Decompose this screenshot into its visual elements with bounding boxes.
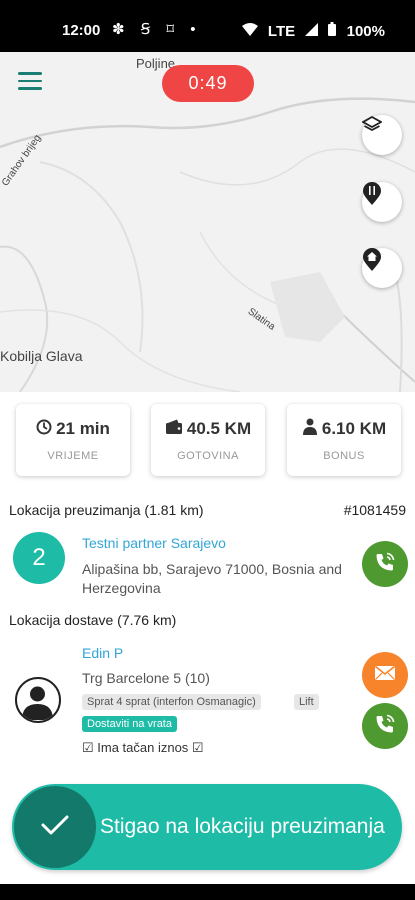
layers-button[interactable] — [362, 115, 402, 155]
map-view[interactable]: Poljine Grahov brijeg Slatina Kobilja Gl… — [0, 52, 415, 392]
person-icon — [22, 686, 53, 720]
pickup-address: Alipašina bb, Sarajevo 71000, Bosnia and… — [82, 560, 357, 598]
avatar — [15, 677, 61, 723]
status-bar: 12:00 ✽ Ꞩ ⌑ • LTE 100% — [0, 0, 415, 52]
phone-icon — [374, 713, 396, 740]
wallet-icon — [165, 419, 183, 440]
status-indicators: LTE 100% — [236, 22, 385, 40]
delivery-header: Lokacija dostave (7.76 km) — [9, 612, 406, 628]
signal-icon — [301, 23, 322, 40]
battery-percent: 100% — [346, 23, 385, 40]
stat-label-cash: GOTOVINA — [177, 450, 239, 462]
stat-card-cash: 40.5 KM GOTOVINA — [151, 404, 265, 476]
status-time: 12:00 — [62, 22, 101, 39]
menu-bar — [18, 87, 42, 90]
pickup-partner-name[interactable]: Testni partner Sarajevo — [82, 535, 226, 551]
delivery-heading: Lokacija dostave (7.76 km) — [9, 612, 177, 628]
delivery-tag-floor: Sprat 4 sprat (interfon Osmanagic) — [82, 694, 261, 710]
pickup-header: Lokacija preuzimanja (1.81 km) #1081459 — [9, 502, 406, 518]
menu-bar — [18, 79, 42, 82]
delivery-tag-door: Dostaviti na vrata — [82, 716, 177, 732]
order-details-panel: 21 min VRIJEME 40.5 KM GOTOVINA 6.10 KM … — [0, 392, 415, 884]
stat-label-bonus: BONUS — [323, 450, 365, 462]
delivery-call-button[interactable] — [362, 703, 408, 749]
arrived-swipe-label: Stigao na lokaciju preuzimanja — [100, 815, 385, 838]
stat-value-time: 21 min — [56, 419, 110, 438]
stat-card-time: 21 min VRIJEME — [16, 404, 130, 476]
delivery-marker-button[interactable] — [362, 248, 402, 288]
pickup-call-button[interactable] — [362, 541, 408, 587]
wifi-icon — [241, 23, 262, 40]
stat-card-bonus: 6.10 KM BONUS — [287, 404, 401, 476]
menu-button[interactable] — [18, 72, 42, 92]
map-place-kobilja-glava: Kobilja Glava — [0, 348, 83, 364]
delivery-address: Trg Barcelone 5 (10) — [82, 670, 210, 686]
notification-icons: ✽ Ꞩ ⌑ • — [112, 21, 202, 38]
stat-value-bonus: 6.10 KM — [321, 419, 387, 438]
swipe-knob[interactable] — [14, 786, 96, 868]
menu-bar — [18, 72, 42, 75]
pickup-address-line2: Herzegovina — [82, 580, 161, 596]
pickup-heading: Lokacija preuzimanja (1.81 km) — [9, 502, 204, 518]
envelope-icon — [374, 665, 396, 686]
battery-icon — [328, 22, 340, 40]
delivery-customer-name[interactable]: Edin P — [82, 645, 123, 661]
checkmark-icon — [41, 814, 69, 841]
pickup-address-line1: Alipašina bb, Sarajevo 71000, Bosnia and — [82, 561, 342, 577]
phone-icon — [374, 551, 396, 578]
system-navigation-bar — [0, 884, 415, 900]
exact-amount-note: ☑ Ima tačan iznos ☑ — [82, 740, 204, 755]
stat-value-cash: 40.5 KM — [186, 419, 252, 438]
map-roads — [0, 97, 415, 392]
order-id: #1081459 — [343, 502, 406, 518]
pickup-marker-button[interactable] — [362, 182, 402, 222]
delivery-tag-lift: Lift — [294, 694, 319, 710]
clock-icon — [36, 419, 52, 440]
timer-badge: 0:49 — [162, 65, 254, 102]
delivery-message-button[interactable] — [362, 652, 408, 698]
stat-label-time: VRIJEME — [47, 450, 99, 462]
arrived-swipe-bar[interactable]: Stigao na lokaciju preuzimanja — [12, 784, 402, 870]
pickup-stop-number: 2 — [13, 532, 65, 584]
person-bonus-icon — [302, 418, 318, 440]
network-type: LTE — [267, 23, 296, 40]
